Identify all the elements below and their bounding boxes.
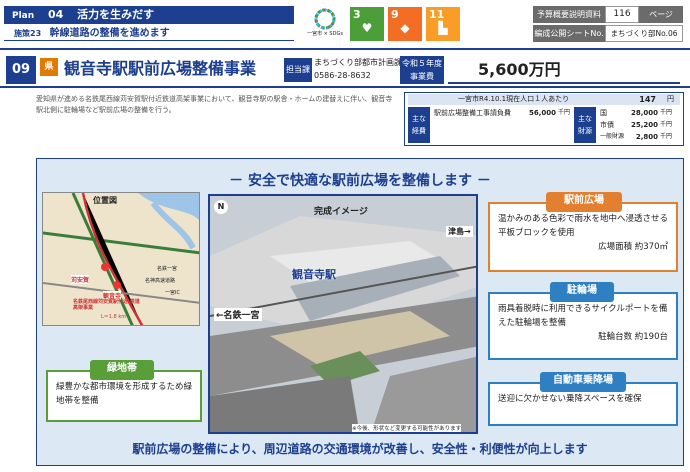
info-box: 予算概要説明資料 116 ページ 編成公開シートNo. まちづくり部No.06 <box>533 6 683 42</box>
plan-label: Plan <box>12 11 35 21</box>
dept-name: まちづくり部都市計画課 <box>314 58 402 67</box>
plan-bar: Plan 04 活力を生みだす <box>4 6 294 24</box>
source-unit-3: 千円 <box>660 133 673 140</box>
policy-number: 施策23 <box>14 29 42 38</box>
map-label-length: L＝1.8 km <box>101 314 127 320</box>
info-label-sheet: 編成公開シートNo. <box>533 25 605 42</box>
budget-label: 令和５年度 事業費 <box>400 56 444 84</box>
map-title: 位置図 <box>93 196 117 205</box>
callout-bike: 雨具着脱時に利用できるサイクルポートを備えた駐輪場を整備 駐輪台数 約190台 <box>488 292 678 360</box>
bike-spec: 駐輪台数 約190台 <box>598 332 668 342</box>
plan-title: 活力を生みだす <box>77 8 155 21</box>
photo-title: 完成イメージ <box>314 207 368 217</box>
plaza-title: 駅前広場 <box>546 192 622 212</box>
drop-title: 自動車乗降場 <box>540 372 626 392</box>
map-label-kariyasuka: 苅安賀 <box>71 275 90 284</box>
map-label-meishin: 名神高速道路 <box>145 278 176 284</box>
diagram-headline: － 安全で快適な駅前広場を整備します － <box>229 173 491 189</box>
project-number: 09 <box>6 56 36 84</box>
project-description: 愛知県が進める名鉄尾西線苅安賀駅付近鉄道高架事業において、観音寺駅の駅舎・ホーム… <box>36 95 393 114</box>
project-title: 観音寺駅駅前広場整備事業 <box>64 59 257 78</box>
source-value-2: 25,200 <box>630 121 658 129</box>
map-label-ichinomiya-ic: 一宮IC <box>165 290 180 296</box>
expense-unit: 千円 <box>558 109 571 116</box>
sdgs-logo-text: 一宮市 × SDGs <box>307 31 343 37</box>
green-title: 緑地帯 <box>90 360 154 380</box>
source-name-1: 国 <box>600 109 607 117</box>
source-tag: 主な 財源 <box>574 107 596 143</box>
expense-value: 56,000 <box>528 109 556 117</box>
policy-title: 幹線道路の整備を進めます <box>49 28 170 39</box>
station-label: 観音寺駅 <box>292 268 336 281</box>
city-icon: ▙ <box>438 21 448 35</box>
sdg-goal-3: 3 ♥ <box>350 7 384 41</box>
photo-note: ※今後、形状など変更する可能性があります <box>352 424 462 432</box>
source-unit-2: 千円 <box>660 121 673 128</box>
completion-image: 完成イメージ 観音寺駅 津島→ ←名鉄一宮 ※今後、形状など変更する可能性があり… <box>208 194 478 434</box>
source-unit-1: 千円 <box>660 109 673 116</box>
policy-line: 施策23 幹線道路の整備を進めます <box>4 26 294 41</box>
source-name-2: 市債 <box>600 121 614 129</box>
per-capita-label: 一宮市R4.10.1現在人口１人あたり <box>458 95 570 103</box>
north-arrow-icon: N <box>214 200 228 214</box>
plaza-spec: 広場面積 約370㎡ <box>598 242 668 252</box>
info-page: 116 <box>605 6 639 23</box>
map-label-project: 名鉄尾西線苅安賀駅付近 鉄道高架事業 <box>73 299 140 311</box>
sdgs-logo: 一宮市 × SDGs <box>305 8 345 38</box>
direction-meitetsu-ichinomiya: ←名鉄一宮 <box>214 308 262 321</box>
per-capita-unit: 円 <box>667 95 674 103</box>
map-label-meitetsu-ichinomiya: 名鉄一宮 <box>157 266 178 272</box>
dept-info: まちづくり部都市計画課 0586-28-8632 <box>314 56 402 82</box>
direction-tsushima: 津島→ <box>446 226 473 237</box>
prefecture-mark: 県 <box>40 58 58 76</box>
budget-value: 5,600万円 <box>448 56 680 84</box>
bike-title: 駐輪場 <box>550 282 614 302</box>
expense-tag: 主な 経費 <box>408 107 430 143</box>
health-icon: ♥ <box>361 21 373 35</box>
source-value-3: 2,800 <box>635 133 658 141</box>
source-value-1: 28,000 <box>630 109 658 117</box>
info-page-unit: ページ <box>639 6 683 23</box>
sdg-goal-9: 9 ◆ <box>388 7 422 41</box>
callout-plaza: 温かみのある色彩で雨水を地中へ浸透させる平板ブロックを使用 広場面積 約370㎡ <box>488 202 678 272</box>
info-label-doc: 予算概要説明資料 <box>533 6 605 23</box>
per-capita-value: 147 <box>639 95 656 104</box>
dept-phone: 0586-28-8632 <box>314 71 371 80</box>
industry-icon: ◆ <box>400 21 410 35</box>
sdg-goal-11: 11 ▙ <box>426 7 460 41</box>
dept-label: 担当課 <box>284 58 312 82</box>
plan-number: 04 <box>48 8 64 21</box>
location-map: 位置図 苅安賀 観音寺 名鉄尾西線苅安賀駅付近 鉄道高架事業 L＝1.8 km … <box>42 192 200 326</box>
per-capita-row: 一宮市R4.10.1現在人口１人あたり 147 円 <box>408 94 680 105</box>
info-sheet-no: まちづくり部No.06 <box>605 25 683 42</box>
diagram-footer: 駅前広場の整備により、周辺道路の交通環境が改善し、安全性・利便性が向上します <box>132 442 588 456</box>
